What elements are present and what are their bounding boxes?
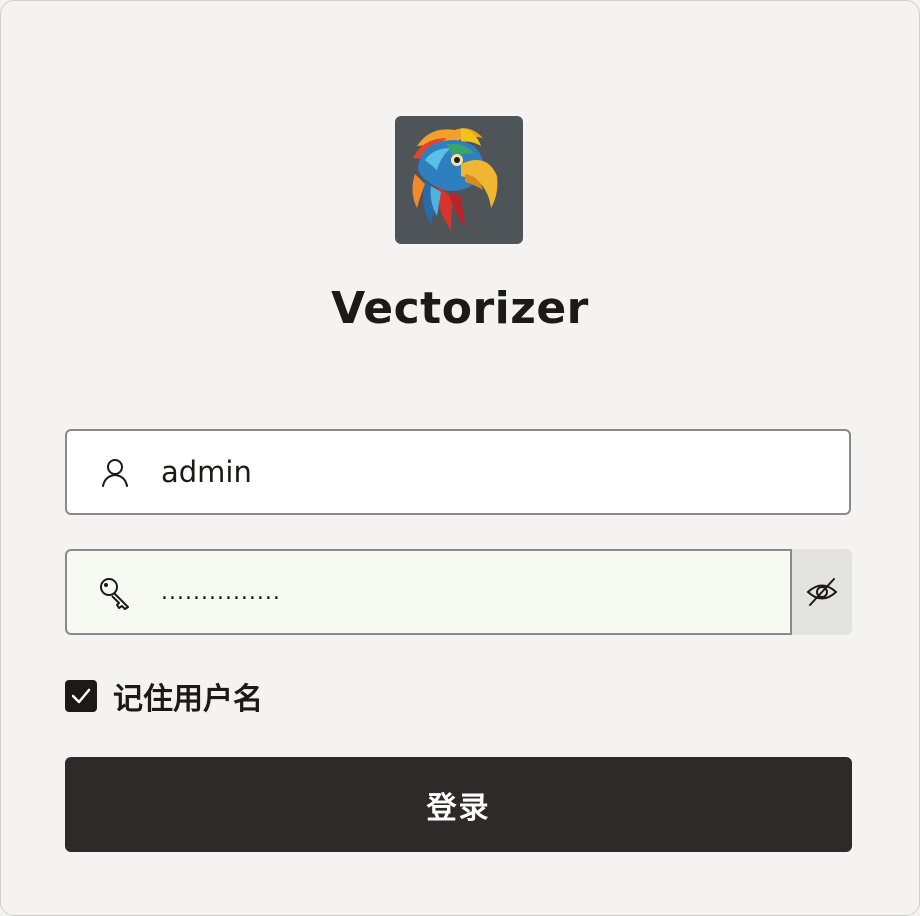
login-button[interactable]: 登录	[65, 757, 852, 852]
toggle-password-visibility-button[interactable]	[792, 549, 852, 635]
remember-username-checkbox[interactable]: 记住用户名	[65, 679, 263, 717]
user-icon	[97, 455, 133, 491]
key-icon	[97, 575, 133, 611]
username-input[interactable]	[161, 431, 761, 513]
username-field[interactable]	[65, 429, 851, 515]
remember-username-label: 记住用户名	[113, 682, 263, 717]
password-input[interactable]	[161, 551, 721, 633]
app-logo	[395, 116, 523, 244]
parrot-logo-icon	[412, 128, 498, 230]
eye-off-icon	[806, 578, 838, 606]
login-window: Vectorizer admin ............... 记住用户名 登…	[0, 0, 920, 916]
password-field[interactable]	[65, 549, 792, 635]
app-title: Vectorizer	[331, 283, 589, 334]
checkbox-checked-icon[interactable]	[65, 680, 97, 712]
